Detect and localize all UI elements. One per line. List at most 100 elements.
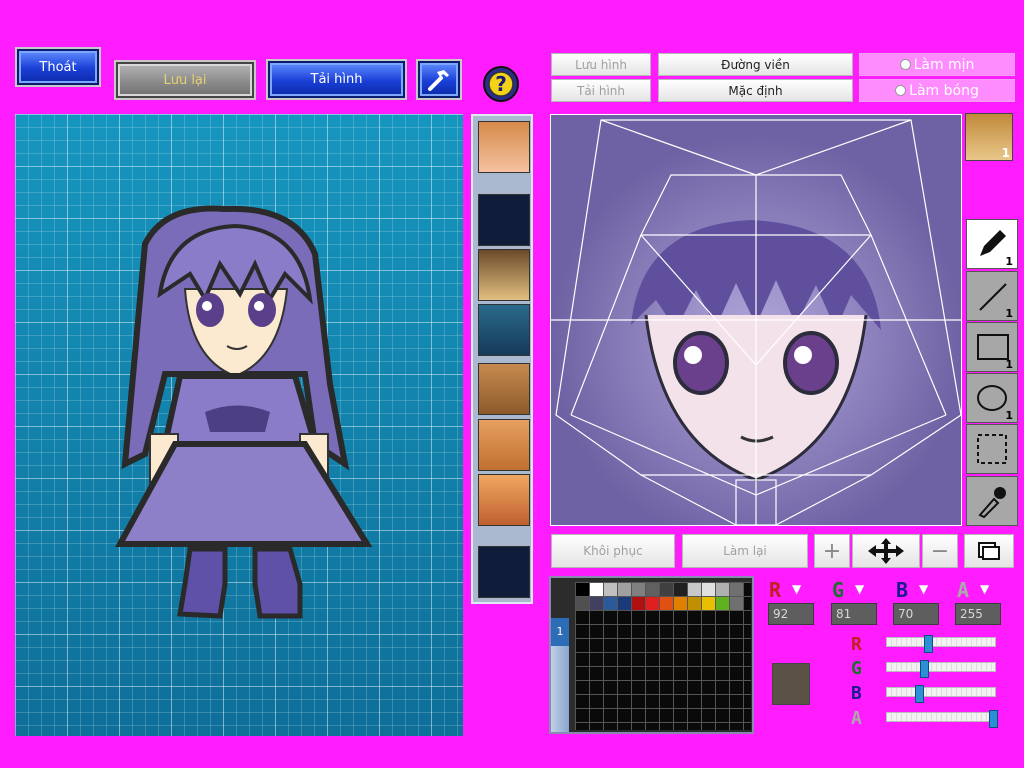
color-swatch[interactable]	[604, 597, 617, 610]
a-label-top: A	[957, 578, 970, 602]
color-swatch[interactable]	[576, 583, 589, 596]
redo-label: Làm lại	[723, 544, 767, 558]
line-tool[interactable]: 1	[966, 271, 1018, 321]
pen-tool[interactable]: 1	[966, 219, 1018, 269]
color-swatch[interactable]	[618, 597, 631, 610]
color-swatch[interactable]	[590, 583, 603, 596]
load-image-right-label: Tải hình	[577, 83, 625, 98]
redo-button[interactable]: Làm lại	[682, 534, 808, 568]
thumbnail-hair-1[interactable]	[478, 121, 530, 173]
color-swatch[interactable]	[646, 583, 659, 596]
color-swatch[interactable]	[730, 597, 743, 610]
ellipse-tool-count: 1	[1005, 409, 1013, 422]
move-button[interactable]	[852, 534, 920, 568]
svg-text:?: ?	[495, 72, 507, 96]
color-swatch[interactable]	[716, 597, 729, 610]
palette-panel: 1	[549, 576, 754, 734]
thumbnail-outfit[interactable]	[478, 304, 530, 356]
color-swatch[interactable]	[618, 583, 631, 596]
face-portrait-counter[interactable]: 1	[965, 113, 1013, 161]
b-label-top: B	[896, 578, 909, 602]
exit-button[interactable]: Thoát	[17, 49, 99, 85]
part-thumbnail-list	[471, 114, 533, 604]
character-figure	[114, 205, 373, 619]
character-preview-panel[interactable]	[15, 114, 463, 736]
load-image-button[interactable]: Tải hình	[268, 61, 405, 98]
hammer-button[interactable]	[418, 61, 460, 98]
color-swatch[interactable]	[674, 597, 687, 610]
color-swatch[interactable]	[660, 583, 673, 596]
color-swatch[interactable]	[674, 583, 687, 596]
face-texture	[551, 115, 961, 525]
layer-tabs: 1	[551, 618, 569, 732]
color-swatch[interactable]	[632, 597, 645, 610]
eyedropper-tool[interactable]	[966, 476, 1018, 526]
thumbnail-face-mouth[interactable]	[478, 474, 530, 526]
color-swatch[interactable]	[730, 583, 743, 596]
r-dropdown-icon[interactable]: ▼	[792, 582, 801, 596]
b-slider-label: B	[851, 683, 862, 704]
load-image-right-button[interactable]: Tải hình	[551, 79, 651, 102]
color-swatch[interactable]	[576, 597, 589, 610]
color-swatch[interactable]	[660, 597, 673, 610]
b-slider-knob[interactable]	[915, 685, 924, 703]
save-button[interactable]: Lưu lại	[116, 62, 254, 98]
b-slider[interactable]	[886, 685, 996, 703]
layer-tab-1[interactable]: 1	[551, 618, 569, 646]
default-button[interactable]: Mặc định	[658, 79, 853, 102]
color-swatch[interactable]	[688, 597, 701, 610]
zoom-out-button[interactable]: −	[922, 534, 958, 568]
ellipse-tool[interactable]: 1	[966, 373, 1018, 423]
thumbnail-empty-2[interactable]	[478, 546, 530, 598]
save-label: Lưu lại	[163, 72, 207, 88]
a-slider[interactable]	[886, 710, 998, 728]
face-edit-canvas[interactable]	[550, 114, 962, 526]
color-swatch[interactable]	[632, 583, 645, 596]
b-dropdown-icon[interactable]: ▼	[919, 582, 928, 596]
rectangle-tool[interactable]: 1	[966, 322, 1018, 372]
r-slider-knob[interactable]	[924, 635, 933, 653]
r-slider[interactable]	[886, 635, 996, 653]
rectangle-tool-count: 1	[1005, 358, 1013, 371]
color-swatch-grid[interactable]	[575, 582, 751, 730]
thumbnail-empty-1[interactable]	[478, 194, 530, 246]
a-slider-label: A	[851, 708, 862, 729]
layer-copy-button[interactable]	[964, 534, 1014, 568]
smooth-toggle[interactable]: Làm mịn	[859, 53, 1015, 76]
thumbnail-face-fox[interactable]	[478, 249, 530, 301]
g-slider-label: G	[851, 658, 862, 679]
color-preview	[772, 663, 810, 705]
color-swatch[interactable]	[702, 583, 715, 596]
color-swatch[interactable]	[688, 583, 701, 596]
color-swatch[interactable]	[604, 583, 617, 596]
help-button[interactable]: ?	[482, 65, 520, 103]
color-swatch[interactable]	[590, 597, 603, 610]
smooth-label: Làm mịn	[913, 56, 975, 73]
outline-button[interactable]: Đường viền	[658, 53, 853, 76]
g-value-field[interactable]: 81	[831, 603, 877, 625]
a-dropdown-icon[interactable]: ▼	[980, 582, 989, 596]
color-swatch[interactable]	[716, 583, 729, 596]
color-swatch[interactable]	[646, 597, 659, 610]
a-slider-knob[interactable]	[989, 710, 998, 728]
a-value-field[interactable]: 255	[955, 603, 1001, 625]
r-label-top: R	[769, 578, 782, 602]
b-value-field[interactable]: 70	[893, 603, 939, 625]
thumbnail-face-tan[interactable]	[478, 363, 530, 415]
thumbnail-face-smile[interactable]	[478, 419, 530, 471]
r-value-field[interactable]: 92	[768, 603, 814, 625]
face-counter-value: 1	[1001, 146, 1010, 160]
selection-tool[interactable]	[966, 424, 1018, 474]
g-slider[interactable]	[886, 660, 996, 678]
color-swatch[interactable]	[702, 597, 715, 610]
eyedropper-icon	[978, 487, 1006, 519]
zoom-in-button[interactable]: +	[814, 534, 850, 568]
restore-label: Khôi phục	[583, 544, 643, 558]
save-image-button[interactable]: Lưu hình	[551, 53, 651, 76]
shading-radio-icon	[895, 85, 907, 96]
g-dropdown-icon[interactable]: ▼	[855, 582, 864, 596]
plus-icon: +	[822, 538, 842, 564]
g-slider-knob[interactable]	[920, 660, 929, 678]
restore-button[interactable]: Khôi phục	[551, 534, 675, 568]
shading-toggle[interactable]: Làm bóng	[859, 79, 1015, 102]
